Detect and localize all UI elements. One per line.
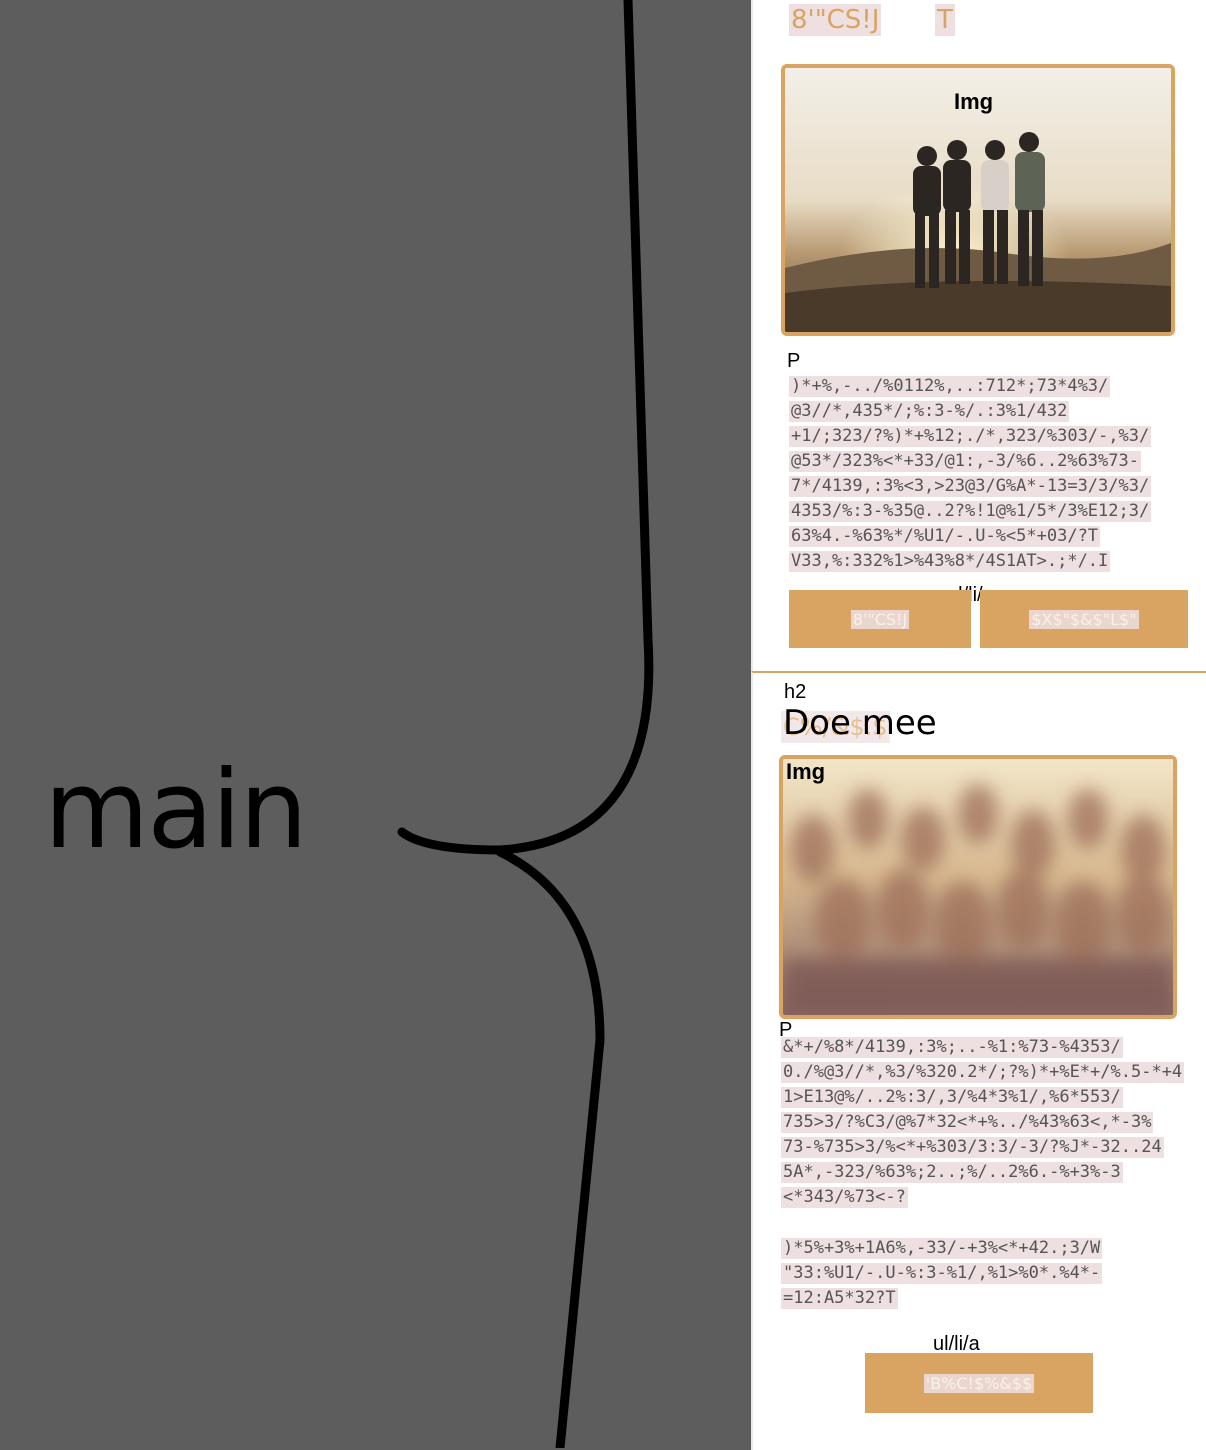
crowd-photo: [779, 755, 1177, 1019]
img-tag: Img: [786, 759, 826, 784]
paragraph-line: )*+%,-../%0112%,..:712*;73*4%3/: [789, 376, 1111, 397]
paragraph-line: 735>3/?%C3/@%7*32<*+%../%43%63<,*-3%: [781, 1112, 1154, 1133]
nav-button-1-label: 8'"CS!J: [850, 609, 910, 629]
paragraph-line: 1>E13@%/..2%:3/,3/%4*3%1/,%6*553/: [781, 1087, 1123, 1108]
cta-button[interactable]: 'B%C!$%&$$: [865, 1353, 1093, 1413]
cta-button-label: 'B%C!$%&$$: [923, 1373, 1035, 1393]
img-tag: Img: [954, 89, 994, 114]
paragraph-line: =12:A5*32?T: [781, 1288, 898, 1309]
paragraph-line: 5A*,-323/%63%;2..;%/..2%6.-%+3%-3: [781, 1162, 1123, 1183]
paragraph-line: +1/;323/?%)*+%12;./*,323/%303/-,%3/: [789, 426, 1152, 447]
paragraph-2: &*+/%8*/4139,:3%;..-%1:%73-%4353/ 0./%@3…: [781, 1037, 1185, 1313]
nav-button-2-label: $X$"$&$"L$": [1029, 609, 1139, 629]
p-tag: P: [787, 350, 801, 372]
paragraph-line: 73-%735>3/%<*+%303/3:3/-3/?%J*-32..24: [781, 1137, 1164, 1158]
paragraph-line: 7*/4139,:3%<3,>23@3/G%A*-13=3/3/%3/: [789, 476, 1152, 497]
h2-tag: h2: [784, 681, 807, 703]
paragraph-line: 0./%@3//*,%3/%320.2*/;?%)*+%E*+/%.5-*+4: [781, 1062, 1185, 1083]
nav-button-1[interactable]: 8'"CS!J: [789, 590, 971, 648]
paragraph-line: 4353/%:3-%35@..2?%!1@%1/5*/3%E12;3/: [789, 501, 1152, 522]
paragraph-line: 63%4.-%63%*/%U1/-.U-%<5*+03/?T: [789, 526, 1101, 547]
nav-link-2[interactable]: T: [935, 4, 955, 36]
paragraph-line: @53*/323%<*+33/@1:,-3/%6..2%63%73-: [789, 451, 1141, 472]
top-section: 8'"CS!J T Img P)*+%,-../%0112%,..:712*;…: [751, 0, 1206, 671]
paragraph-line: V33,%:332%1>%43%8*/4S1AT>.;*/.I: [789, 551, 1111, 572]
nav-button-2[interactable]: $X$"$&$"L$": [980, 590, 1188, 648]
brace-arrow: [397, 0, 654, 1448]
paragraph-line: <*343/%73<-?: [781, 1187, 908, 1208]
paragraph-1: )*+%,-../%0112%,..:712*;73*4%3/ @3//*,43…: [789, 376, 1152, 576]
nav-link-1[interactable]: 8'"CS!J: [789, 4, 882, 36]
paragraph-line: )*5%+3%+1A6%,-33/-+3%<*+42.;3/W: [781, 1238, 1103, 1259]
photo-blurred-crowd: [783, 759, 1173, 1015]
paragraph-line: &*+/%8*/4139,:3%;..-%1:%73-%4353/: [781, 1037, 1123, 1058]
paragraph-line: @3//*,435*/;%:3-%/.:3%1/432: [789, 401, 1070, 422]
bottom-section: h2 C%/&$.$ Doe mee Img P &*+/%8*/4139,:3…: [751, 671, 1206, 1450]
main-label: main: [44, 748, 308, 873]
paragraph-line: "33:%U1/-.U-%:3-%1/,%1>%0*.%4*-: [781, 1263, 1103, 1284]
section-heading: Doe mee: [783, 703, 937, 743]
